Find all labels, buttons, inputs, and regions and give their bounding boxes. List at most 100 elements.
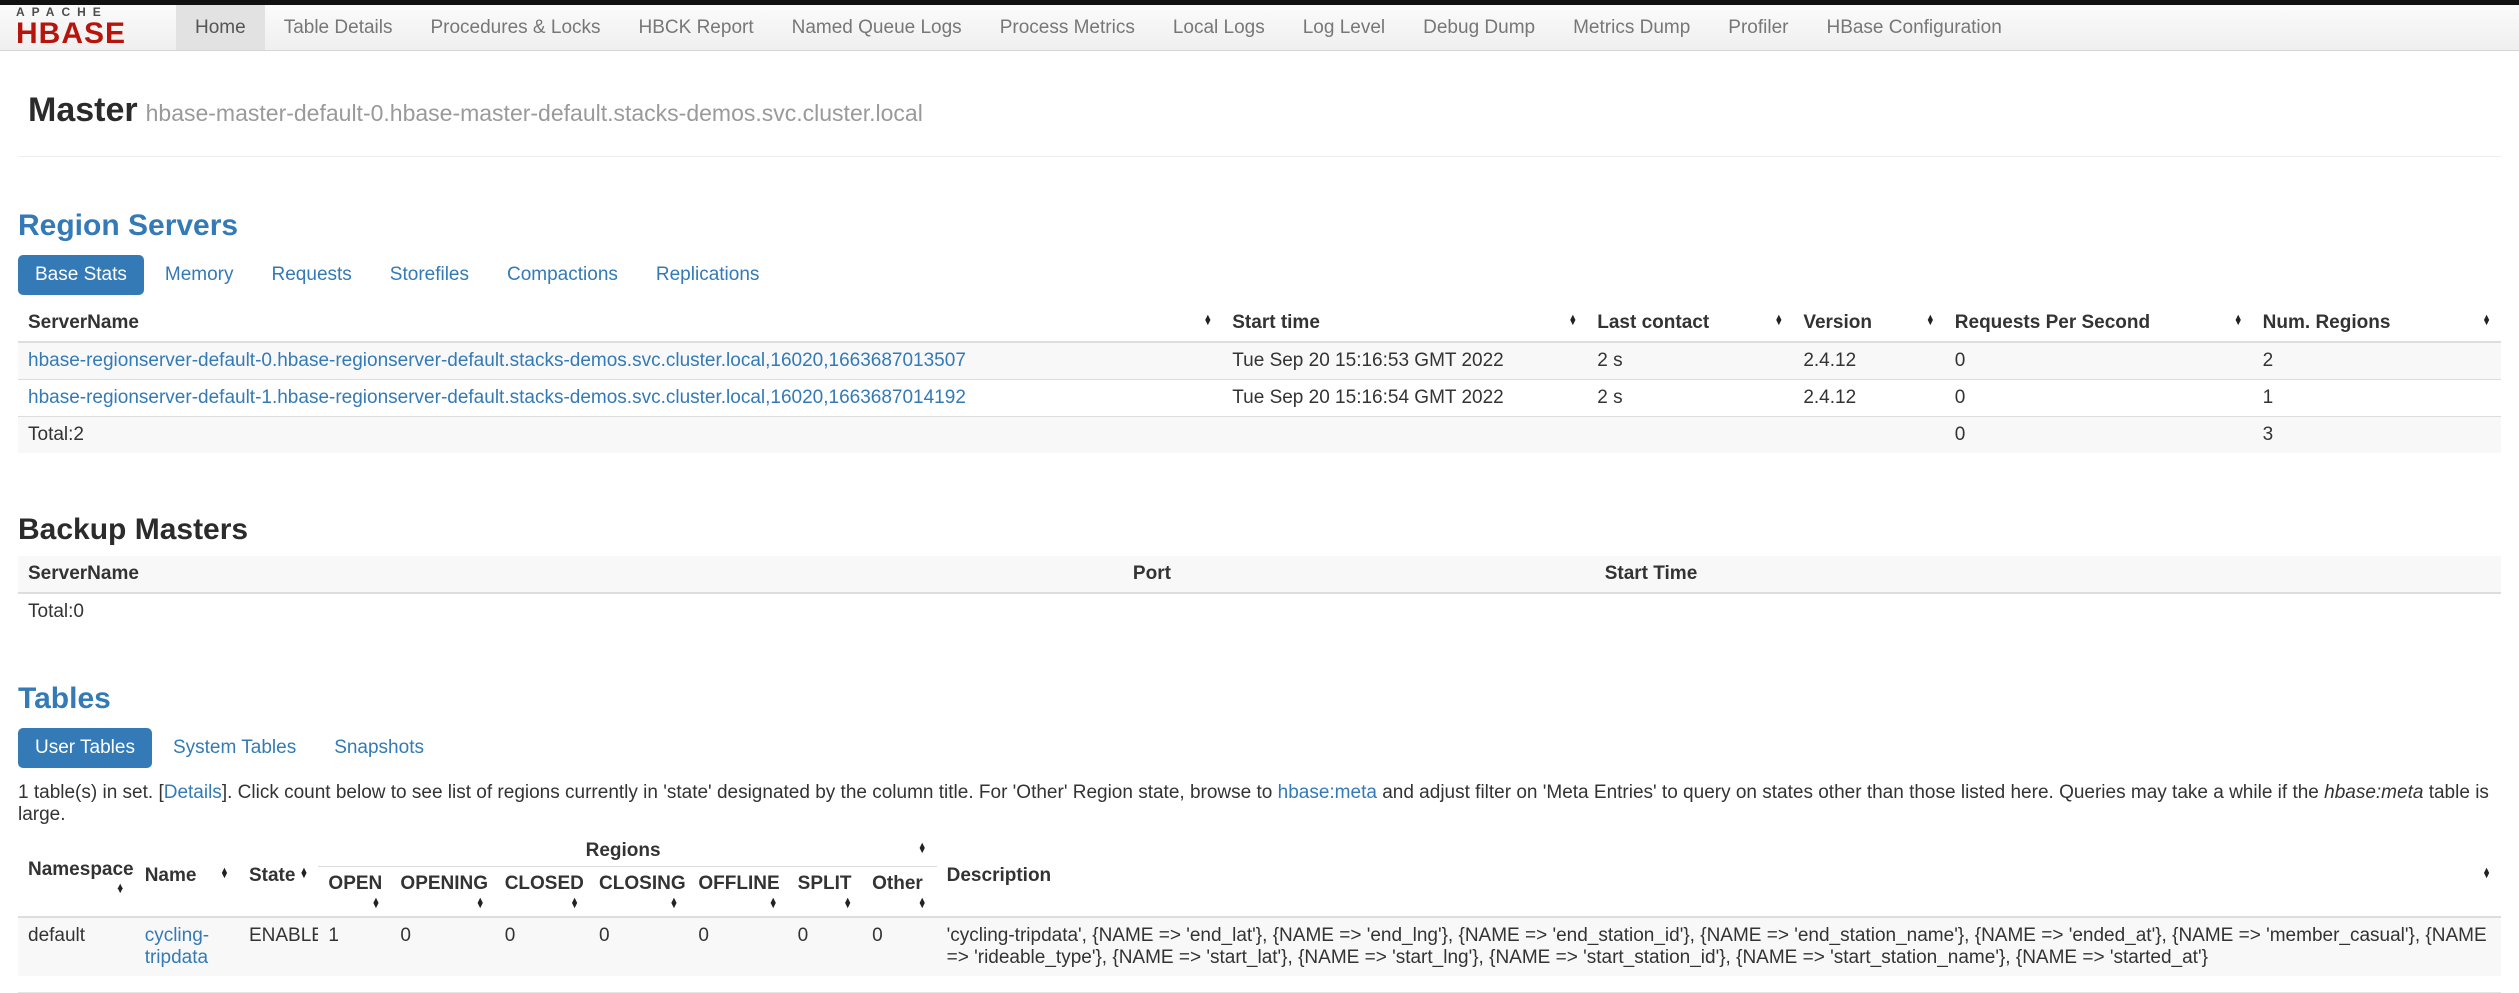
version-cell: 2.4.12: [1793, 380, 1944, 417]
sort-icon[interactable]: ▲▼: [570, 895, 579, 908]
tab-base-stats[interactable]: Base Stats: [18, 255, 144, 295]
col-backup-servername: ServerName: [18, 556, 1123, 593]
nav-item-hbck-report[interactable]: HBCK Report: [620, 5, 773, 50]
sort-icon[interactable]: ▲▼: [843, 895, 852, 908]
col-start-time[interactable]: Start time▲▼: [1222, 305, 1587, 342]
page-header: Master hbase-master-default-0.hbase-maste…: [18, 91, 2501, 157]
sort-icon[interactable]: ▲▼: [918, 840, 927, 853]
tab-user-tables[interactable]: User Tables: [18, 728, 152, 768]
col-version[interactable]: Version▲▼: [1793, 305, 1944, 342]
sort-icon[interactable]: ▲▼: [918, 895, 927, 908]
region-server-link[interactable]: hbase-regionserver-default-1.hbase-regio…: [28, 387, 966, 408]
sort-icon[interactable]: ▲▼: [2482, 865, 2491, 878]
col-regions-group[interactable]: Regions▲▼: [318, 836, 936, 867]
page-title: Master: [28, 91, 138, 129]
region-servers-total-row: Total:2 0 3: [18, 417, 2501, 454]
sort-icon[interactable]: ▲▼: [372, 895, 381, 908]
sort-icon[interactable]: ▲▼: [220, 865, 229, 878]
nav-item-procedures-locks[interactable]: Procedures & Locks: [411, 5, 619, 50]
nav-item-process-metrics[interactable]: Process Metrics: [981, 5, 1154, 50]
tab-requests[interactable]: Requests: [255, 255, 369, 295]
rps-cell: 0: [1945, 342, 2253, 380]
col-servername[interactable]: ServerName▲▼: [18, 305, 1222, 342]
tab-replications[interactable]: Replications: [639, 255, 777, 295]
description-cell: 'cycling-tripdata', {NAME => 'end_lat'},…: [937, 917, 2501, 976]
tab-snapshots[interactable]: Snapshots: [317, 728, 441, 768]
tables-section: Tables User Tables System Tables Snapsho…: [18, 682, 2501, 993]
backup-masters-total-row: Total:0: [18, 593, 2501, 630]
tables-note: 1 table(s) in set. [Details]. Click coun…: [18, 782, 2501, 826]
col-description[interactable]: Description▲▼: [937, 836, 2501, 917]
closing-count-cell[interactable]: 0: [589, 917, 688, 976]
hbase-meta-link[interactable]: hbase:meta: [1278, 782, 1377, 803]
region-server-row: hbase-regionserver-default-0.hbase-regio…: [18, 342, 2501, 380]
sort-icon[interactable]: ▲▼: [2234, 312, 2243, 325]
open-count-cell: 1: [318, 917, 390, 976]
namespace-cell: default: [18, 917, 135, 976]
tables-tabs: User Tables System Tables Snapshots: [18, 728, 2501, 768]
nav-item-table-details[interactable]: Table Details: [265, 5, 412, 50]
backup-masters-header-row: ServerName Port Start Time: [18, 556, 2501, 593]
col-backup-port: Port: [1123, 556, 1595, 593]
sort-icon[interactable]: ▲▼: [116, 881, 125, 894]
sort-icon[interactable]: ▲▼: [1203, 312, 1212, 325]
tables-header-group-row: Namespace▲▼ Name▲▼ State▲▼ Regions▲▼ Des…: [18, 836, 2501, 867]
col-name[interactable]: Name▲▼: [135, 836, 239, 917]
last-contact-cell: 2 s: [1587, 380, 1793, 417]
tab-memory[interactable]: Memory: [148, 255, 251, 295]
col-backup-start-time: Start Time: [1595, 556, 2501, 593]
sort-icon[interactable]: ▲▼: [1568, 312, 1577, 325]
tab-system-tables[interactable]: System Tables: [156, 728, 313, 768]
sort-icon[interactable]: ▲▼: [1926, 312, 1935, 325]
total-rps: 0: [1945, 417, 2253, 454]
total-label: Total:2: [18, 417, 1222, 454]
master-hostname: hbase-master-default-0.hbase-master-defa…: [146, 100, 923, 126]
col-state[interactable]: State▲▼: [239, 836, 318, 917]
nav-item-profiler[interactable]: Profiler: [1709, 5, 1807, 50]
split-count-cell[interactable]: 0: [788, 917, 862, 976]
col-closed[interactable]: CLOSED▲▼: [495, 867, 589, 917]
details-link[interactable]: Details: [164, 782, 222, 803]
sort-icon[interactable]: ▲▼: [2482, 312, 2491, 325]
col-other[interactable]: Other▲▼: [862, 867, 936, 917]
col-offline[interactable]: OFFLINE▲▼: [688, 867, 787, 917]
col-namespace[interactable]: Namespace▲▼: [18, 836, 135, 917]
col-split[interactable]: SPLIT▲▼: [788, 867, 862, 917]
col-last-contact[interactable]: Last contact▲▼: [1587, 305, 1793, 342]
col-opening[interactable]: OPENING▲▼: [390, 867, 494, 917]
sort-icon[interactable]: ▲▼: [300, 865, 309, 878]
sort-icon[interactable]: ▲▼: [669, 895, 678, 908]
region-servers-section: Region Servers Base Stats Memory Request…: [18, 209, 2501, 453]
backup-masters-title: Backup Masters: [18, 513, 2501, 546]
col-closing[interactable]: CLOSING▲▼: [589, 867, 688, 917]
nav-item-local-logs[interactable]: Local Logs: [1154, 5, 1284, 50]
opening-count-cell[interactable]: 0: [390, 917, 494, 976]
open-count-link[interactable]: 1: [328, 925, 339, 946]
other-count-cell[interactable]: 0: [862, 917, 936, 976]
col-open[interactable]: OPEN▲▼: [318, 867, 390, 917]
table-name-link[interactable]: cycling-tripdata: [145, 925, 209, 968]
sort-icon[interactable]: ▲▼: [476, 895, 485, 908]
nav-item-hbase-configuration[interactable]: HBase Configuration: [1807, 5, 2020, 50]
num-regions-cell: 2: [2253, 342, 2501, 380]
backup-masters-table: ServerName Port Start Time Total:0: [18, 556, 2501, 630]
total-num-regions: 3: [2253, 417, 2501, 454]
nav-item-named-queue-logs[interactable]: Named Queue Logs: [773, 5, 981, 50]
tab-storefiles[interactable]: Storefiles: [373, 255, 486, 295]
hbase-logo[interactable]: APACHE HBASE: [0, 5, 140, 50]
sort-icon[interactable]: ▲▼: [1774, 312, 1783, 325]
tab-compactions[interactable]: Compactions: [490, 255, 635, 295]
tables-title: Tables: [18, 682, 2501, 715]
rps-cell: 0: [1945, 380, 2253, 417]
col-num-regions[interactable]: Num. Regions▲▼: [2253, 305, 2501, 342]
col-requests-per-second[interactable]: Requests Per Second▲▼: [1945, 305, 2253, 342]
nav-item-debug-dump[interactable]: Debug Dump: [1404, 5, 1554, 50]
nav-item-metrics-dump[interactable]: Metrics Dump: [1554, 5, 1709, 50]
sort-icon[interactable]: ▲▼: [769, 895, 778, 908]
offline-count-cell[interactable]: 0: [688, 917, 787, 976]
backup-masters-section: Backup Masters ServerName Port Start Tim…: [18, 513, 2501, 630]
nav-item-log-level[interactable]: Log Level: [1284, 5, 1404, 50]
closed-count-cell[interactable]: 0: [495, 917, 589, 976]
region-server-link[interactable]: hbase-regionserver-default-0.hbase-regio…: [28, 350, 966, 371]
nav-item-home[interactable]: Home: [176, 5, 265, 50]
